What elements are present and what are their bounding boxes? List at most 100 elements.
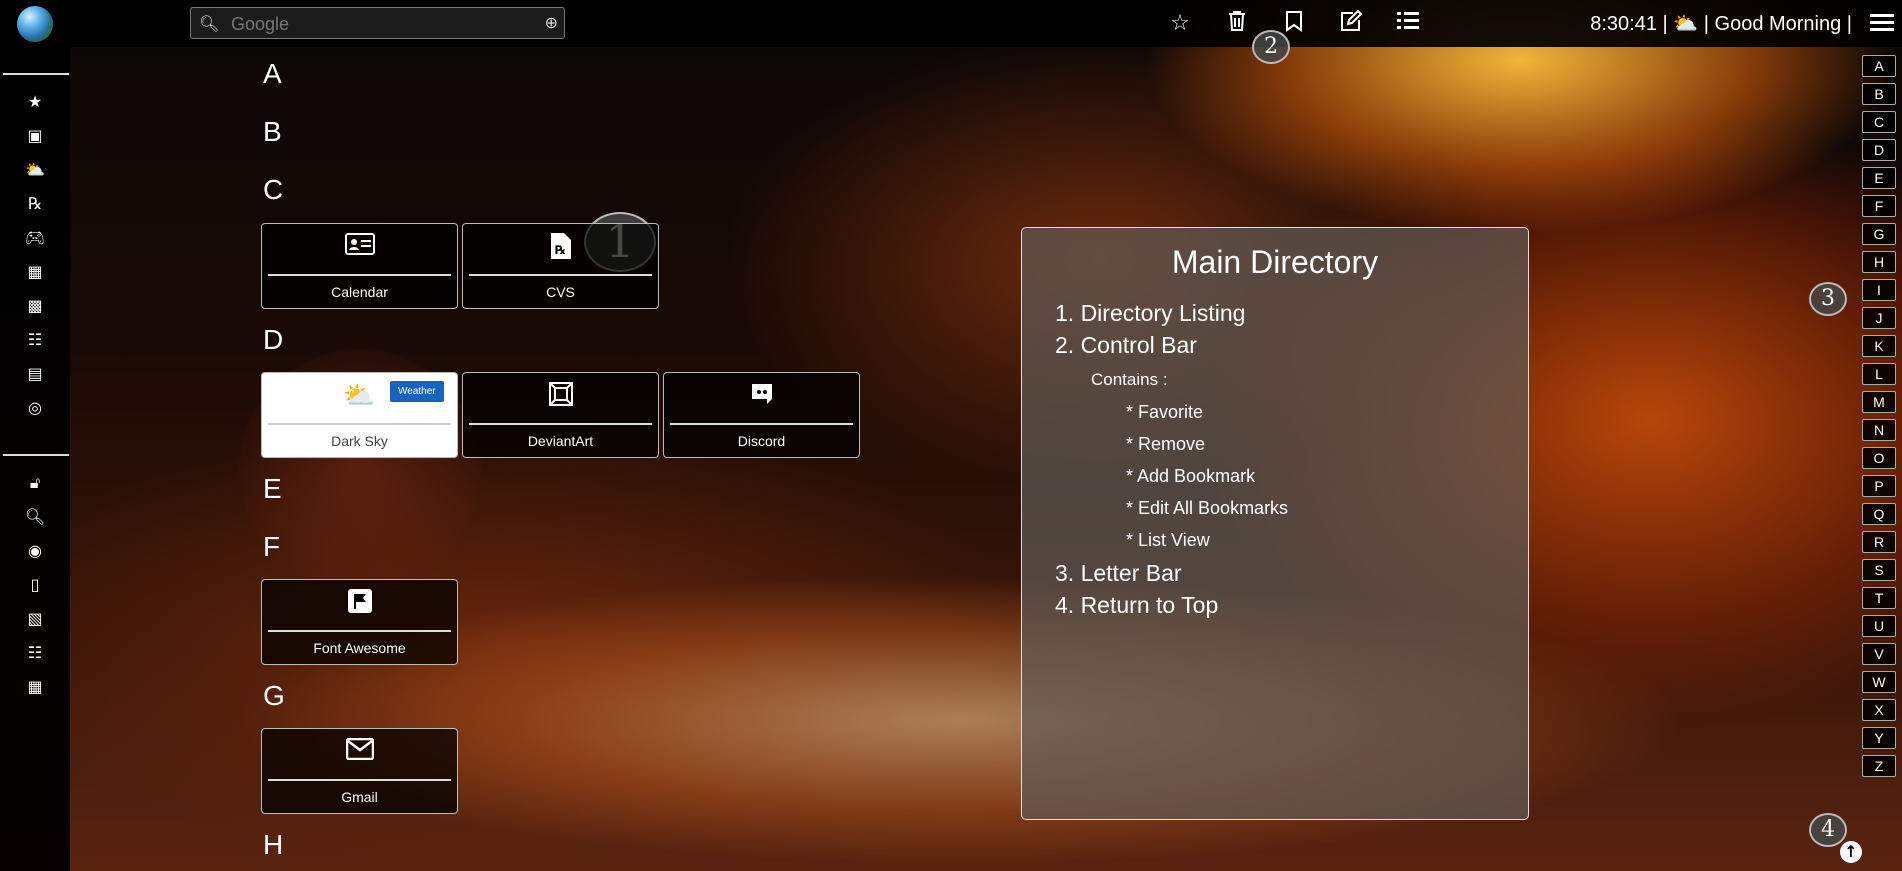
bookmark-card-discord[interactable]: Discord (663, 372, 860, 458)
globe-logo-icon[interactable] (17, 6, 53, 42)
bookmark-card-calendar[interactable]: Calendar (261, 223, 458, 309)
prescription-icon: ℞ (463, 232, 658, 267)
search-submit-icon[interactable]: ⊕ (545, 13, 558, 32)
search-input[interactable] (229, 12, 523, 36)
svg-text:℞: ℞ (555, 243, 566, 257)
panel-item: 3. Letter Bar (1055, 560, 1182, 586)
control-bar: 🔍︎ ⊕ ☆ 8:30:41 | ⛅ | Good Morning | (0, 0, 1902, 47)
letter-bar-h[interactable]: H (1862, 251, 1896, 273)
list-view-icon[interactable] (1394, 10, 1422, 38)
discord-icon (664, 381, 859, 414)
building-icon[interactable]: ▩ (24, 296, 46, 316)
letter-bar-u[interactable]: U (1862, 615, 1896, 637)
remove-trash-icon[interactable] (1223, 10, 1251, 38)
tutorial-badge-3: 3 (1809, 282, 1847, 316)
clock-greeting: 8:30:41 | ⛅ | Good Morning | (1590, 11, 1852, 36)
bookmark-card-dark-sky[interactable]: ⛅ Weather Dark Sky (261, 372, 458, 458)
section-letter-c: C (263, 174, 284, 205)
id-card-icon (262, 232, 457, 262)
return-to-top-icon[interactable]: ↑ (1840, 841, 1862, 863)
calendar-icon[interactable]: ▧ (24, 609, 46, 629)
letter-bar-e[interactable]: E (1862, 167, 1896, 189)
panel-subitem: * Favorite (1126, 402, 1204, 422)
letter-bar-p[interactable]: P (1862, 475, 1896, 497)
letter-bar-n[interactable]: N (1862, 419, 1896, 441)
panel-subitem: * Edit All Bookmarks (1126, 498, 1289, 518)
card-label: Dark Sky (331, 433, 388, 449)
bookmark-card-cvs[interactable]: ℞ CVS (462, 223, 659, 309)
bookmark-card-gmail[interactable]: Gmail (261, 728, 458, 814)
hamburger-menu-icon[interactable] (1870, 10, 1894, 36)
bookmark-card-deviantart[interactable]: DeviantArt (462, 372, 659, 458)
letter-bar-c[interactable]: C (1862, 111, 1896, 133)
globe-icon[interactable]: ◎ (24, 398, 46, 418)
images-icon[interactable]: ▦ (24, 262, 46, 282)
network-icon[interactable]: ☷ (24, 330, 46, 350)
gamepad-icon[interactable]: 🎮︎ (24, 228, 46, 248)
weather-badge: Weather (390, 381, 444, 402)
greeting-text: | ⛅ | Good Morning | (1662, 13, 1852, 35)
panel-item: 1. Directory Listing (1055, 300, 1246, 326)
panel-title: Main Directory (1171, 244, 1379, 280)
letter-bar-m[interactable]: M (1862, 391, 1896, 413)
section-letter-f: F (263, 531, 281, 562)
unlock-icon[interactable]: 🔓︎ (24, 473, 46, 493)
card-label: Discord (737, 433, 786, 449)
card-label: CVS (546, 284, 575, 300)
card-label: Gmail (341, 789, 378, 805)
letter-bar-v[interactable]: V (1862, 643, 1896, 665)
search-icon[interactable]: 🔍︎ (24, 507, 46, 527)
letter-bar-z[interactable]: Z (1862, 755, 1896, 777)
letter-bar-w[interactable]: W (1862, 671, 1896, 693)
file-icon[interactable]: ▯ (24, 575, 46, 595)
letter-bar-t[interactable]: T (1862, 587, 1896, 609)
flag-icon (262, 588, 457, 621)
envelope-icon (262, 737, 457, 767)
panel-item: 4. Return to Top (1055, 592, 1219, 618)
letter-bar-i[interactable]: I (1862, 279, 1896, 301)
letter-bar-b[interactable]: B (1862, 83, 1896, 105)
letter-bar-l[interactable]: L (1862, 363, 1896, 385)
prescription-icon[interactable]: ℞ (24, 194, 46, 214)
panel-subheading: Contains : (1091, 370, 1168, 389)
letter-bar-q[interactable]: Q (1862, 503, 1896, 525)
letter-bar-k[interactable]: K (1862, 335, 1896, 357)
letter-bar-y[interactable]: Y (1862, 727, 1896, 749)
panel-subitem: * Add Bookmark (1126, 466, 1256, 486)
card-label: Font Awesome (313, 640, 406, 656)
network-icon[interactable]: ☷ (24, 643, 46, 663)
letter-bar-f[interactable]: F (1862, 195, 1896, 217)
clock-time: 8:30:41 (1590, 13, 1657, 35)
search-box: 🔍︎ ⊕ (190, 7, 565, 39)
weather-icon[interactable]: ⛅ (24, 160, 46, 180)
sidebar-divider (3, 454, 69, 456)
letter-bar-o[interactable]: O (1862, 447, 1896, 469)
section-letter-g: G (263, 680, 285, 711)
letter-bar-g[interactable]: G (1862, 223, 1896, 245)
section-letter-b: B (263, 116, 282, 147)
card-label: Calendar (331, 284, 388, 300)
bookmark-card-font-awesome[interactable]: Font Awesome (261, 579, 458, 665)
panel-subitem: * Remove (1126, 434, 1206, 454)
letter-bar-j[interactable]: J (1862, 307, 1896, 329)
main-directory-panel: Main Directory 1. Directory Listing 2. C… (1021, 227, 1529, 820)
art-frame-icon[interactable]: ▣ (24, 126, 46, 146)
id-card-icon[interactable]: ▤ (24, 364, 46, 384)
quick-launch-sidebar: ★ ▣ ⛅ ℞ 🎮︎ ▦ ▩ ☷ ▤ ◎ 🔓︎ 🔍︎ ◉ ▯ ▧ ☷ ▦ (0, 47, 70, 871)
spotify-icon[interactable]: ◉ (24, 541, 46, 561)
letter-bar-a[interactable]: A (1862, 55, 1896, 77)
edit-bookmarks-icon[interactable] (1337, 9, 1365, 38)
letter-bar-r[interactable]: R (1862, 531, 1896, 553)
section-letter-a: A (263, 58, 282, 89)
letter-bar-d[interactable]: D (1862, 139, 1896, 161)
section-letter-h: H (263, 829, 284, 860)
art-frame-icon (463, 381, 658, 414)
sidebar-divider (3, 73, 69, 75)
letter-bar-x[interactable]: X (1862, 699, 1896, 721)
letter-bar-s[interactable]: S (1862, 559, 1896, 581)
star-icon[interactable]: ★ (24, 92, 46, 112)
favorite-star-icon[interactable]: ☆ (1166, 10, 1194, 38)
panel-item: 2. Control Bar (1055, 332, 1197, 358)
images-icon[interactable]: ▦ (24, 677, 46, 697)
tutorial-badge-2: 2 (1252, 30, 1290, 64)
